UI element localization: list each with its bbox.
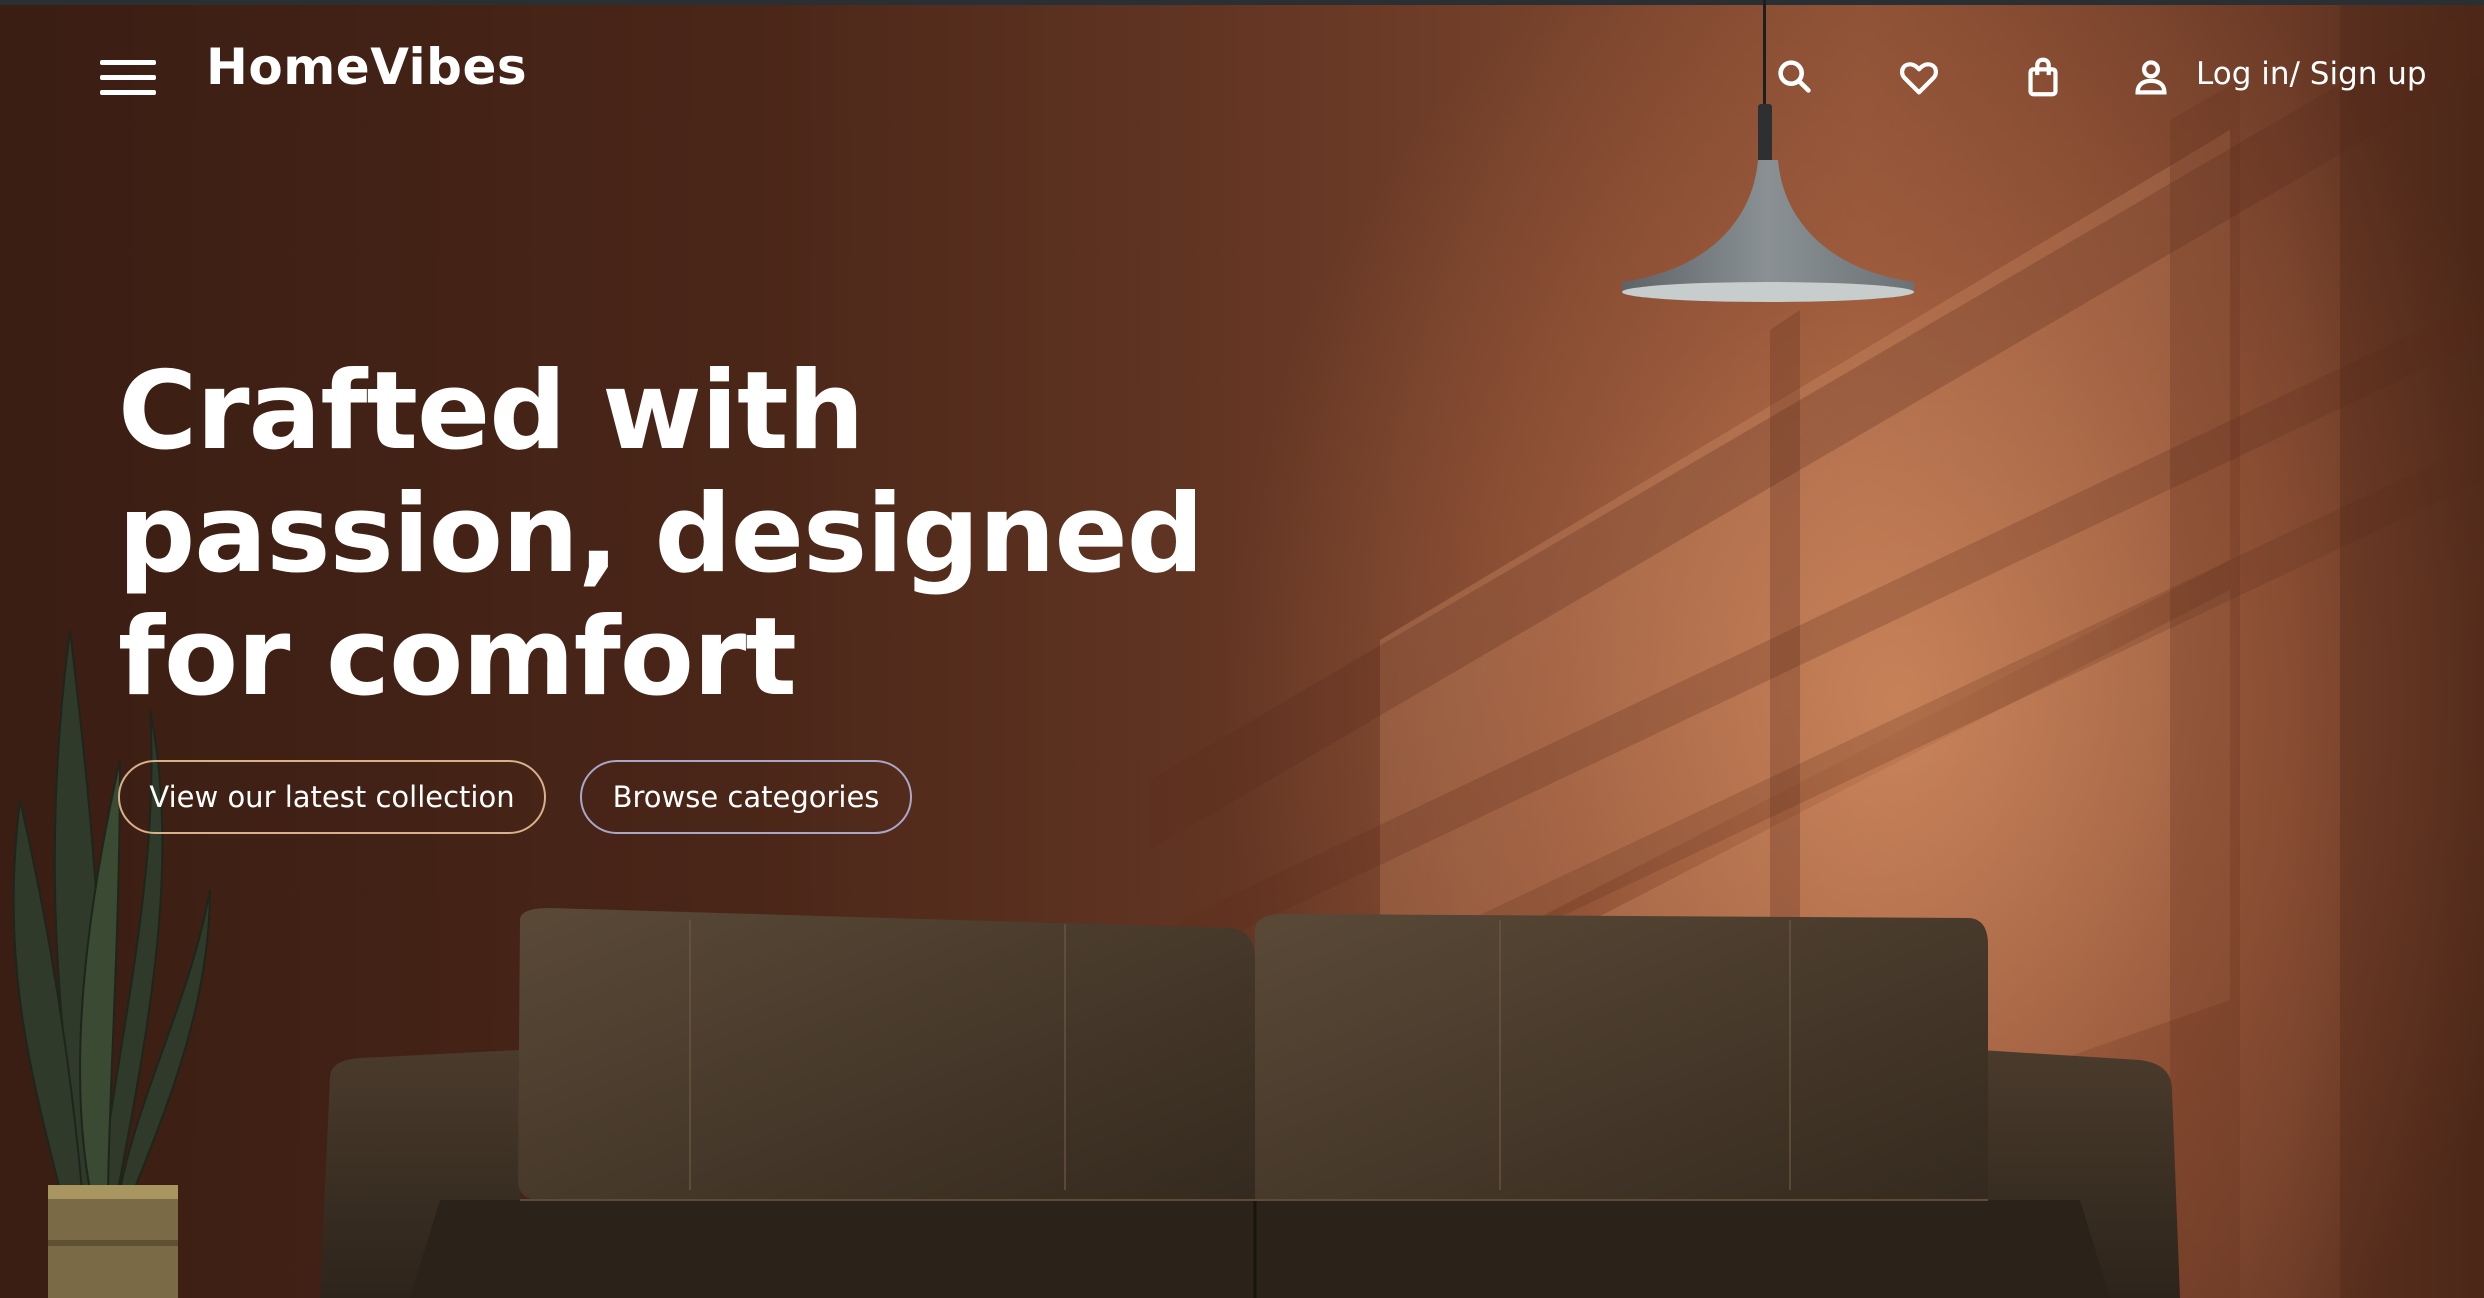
- heart-icon[interactable]: [1896, 54, 1942, 100]
- headline-line-2: passion, designed: [118, 472, 1204, 597]
- headline-line-1: Crafted with: [118, 349, 864, 474]
- browse-categories-button[interactable]: Browse categories: [580, 760, 912, 834]
- shopping-bag-icon[interactable]: [2020, 54, 2066, 100]
- pendant-lamp-image: [1622, 160, 1914, 302]
- top-navigation: HomeVibes Log in/ Sign up: [0, 0, 2484, 150]
- hamburger-menu-icon[interactable]: [100, 58, 156, 98]
- headline-line-3: for comfort: [118, 595, 797, 720]
- hero-section: HomeVibes Log in/ Sign up Crafted with p…: [0, 0, 2484, 1298]
- search-icon[interactable]: [1772, 54, 1818, 100]
- brand-logo[interactable]: HomeVibes: [206, 38, 527, 96]
- hero-headline: Crafted with passion, designed for comfo…: [118, 350, 1268, 719]
- login-signup-link[interactable]: Log in/ Sign up: [2196, 56, 2427, 92]
- sofa-image: [320, 908, 2180, 1298]
- user-icon[interactable]: [2128, 54, 2174, 100]
- view-collection-button[interactable]: View our latest collection: [118, 760, 546, 834]
